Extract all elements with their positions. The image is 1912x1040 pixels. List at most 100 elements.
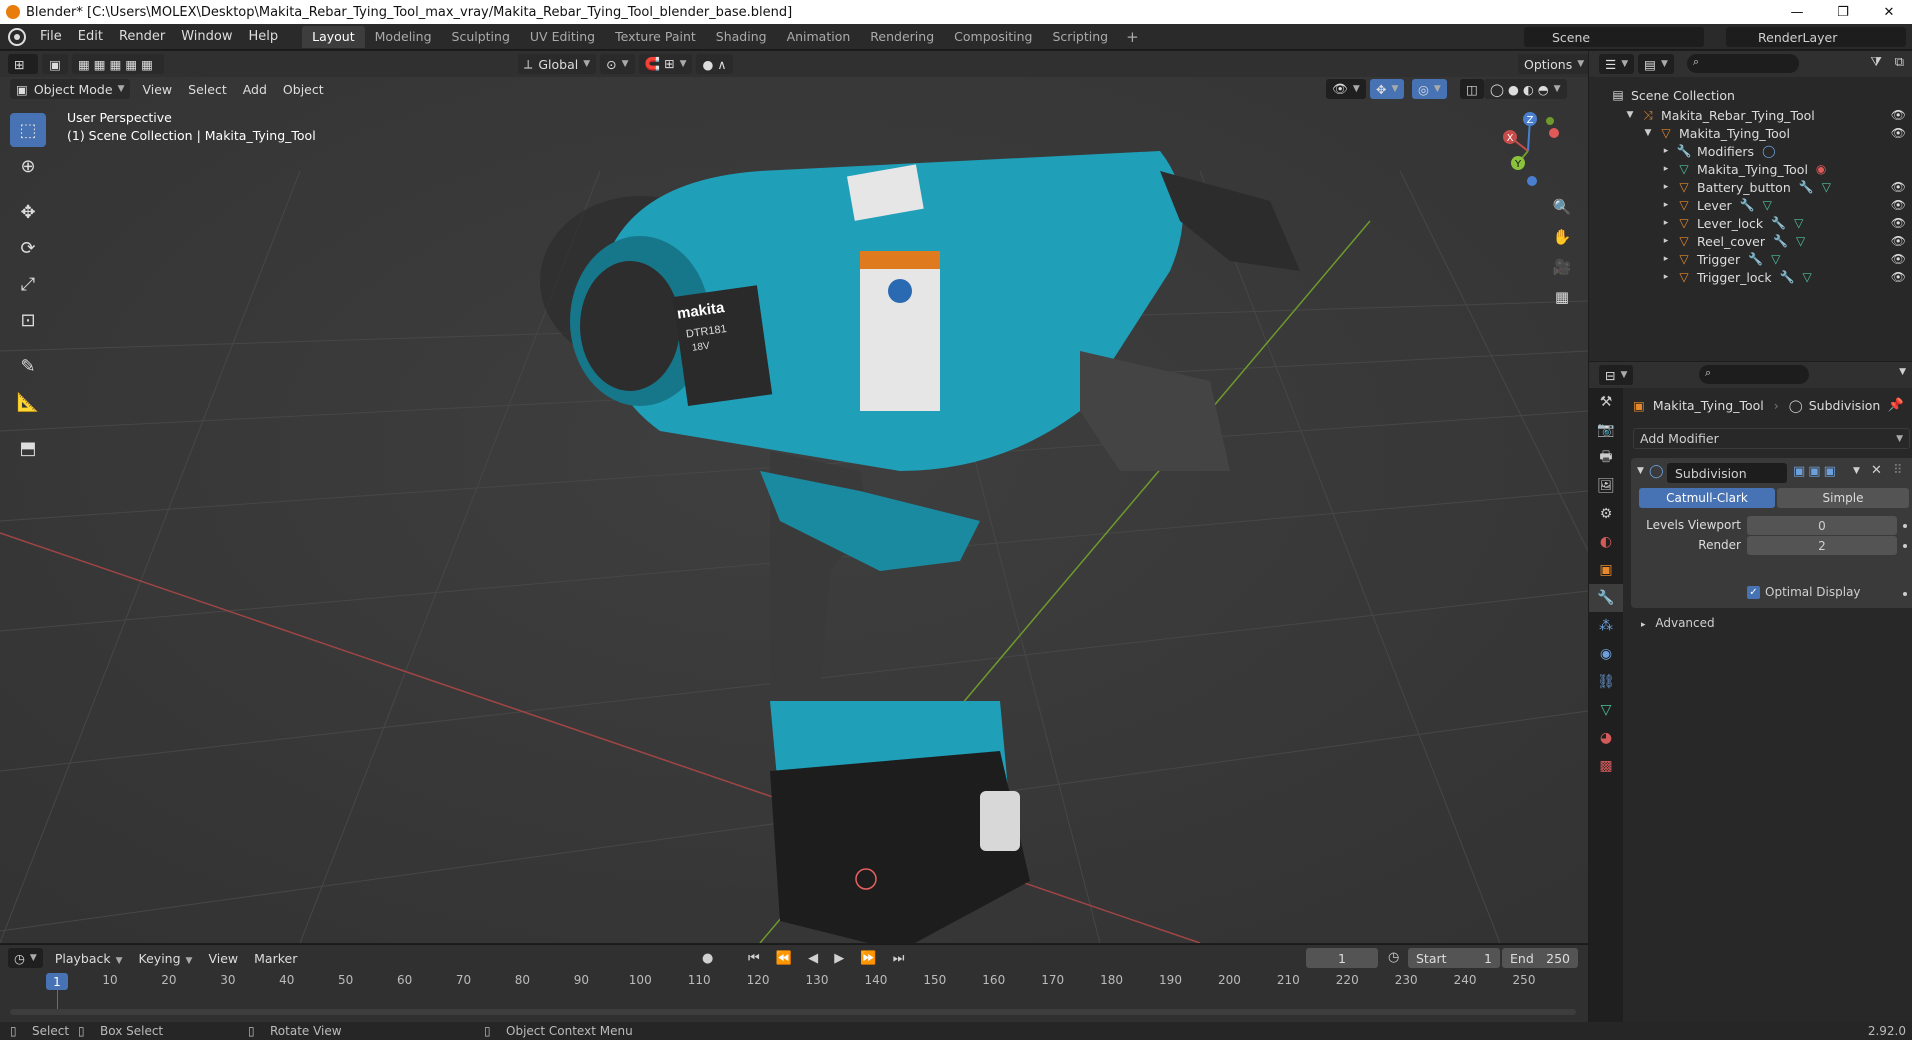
eye-icon[interactable]: 👁: [1891, 216, 1906, 230]
chevron-down-icon[interactable]: ▼: [1899, 367, 1906, 377]
clock-icon[interactable]: ◷: [1388, 950, 1399, 965]
timeline-scrollbar[interactable]: [10, 1009, 1576, 1015]
modifier-tab-icon[interactable]: 🔧: [1589, 584, 1623, 612]
outliner-item-modifiers[interactable]: ▸ 🔧 Modifiers ◯: [1589, 141, 1912, 161]
start-frame-field[interactable]: Start 1: [1408, 948, 1500, 968]
eye-icon[interactable]: 👁: [1891, 198, 1906, 212]
add-cube-tool-icon[interactable]: ⬒: [10, 431, 46, 465]
texture-tab-icon[interactable]: ▩: [1589, 752, 1623, 780]
constraints-tab-icon[interactable]: ⛓: [1589, 668, 1623, 696]
tab-layout[interactable]: Layout: [302, 25, 365, 48]
add-modifier-dropdown[interactable]: Add Modifier ▼: [1633, 428, 1910, 449]
tab-sculpting[interactable]: Sculpting: [442, 26, 520, 48]
catmull-clark-button[interactable]: Catmull-Clark: [1639, 488, 1775, 508]
modifier-name-field[interactable]: Subdivision: [1667, 463, 1787, 483]
tab-compositing[interactable]: Compositing: [944, 26, 1042, 48]
outliner-editor-type-icon[interactable]: ☰ ▼: [1599, 54, 1635, 74]
menu-edit[interactable]: Edit: [70, 24, 111, 50]
object-tab-icon[interactable]: ▣: [1589, 556, 1623, 584]
particles-tab-icon[interactable]: ⁂: [1589, 612, 1623, 640]
outliner-item-battery-button[interactable]: ▸ ▽ Battery_button 🔧 ▽ 👁: [1589, 177, 1912, 197]
levels-viewport-field[interactable]: 0: [1747, 516, 1897, 535]
new-collection-icon[interactable]: ⧉: [1895, 55, 1904, 70]
outliner-search-input[interactable]: ⌕: [1687, 54, 1799, 73]
outliner-item-trigger-lock[interactable]: ▸ ▽ Trigger_lock 🔧 ▽ 👁: [1589, 267, 1912, 287]
properties-search-input[interactable]: ⌕: [1699, 365, 1809, 384]
viewport-menu-object[interactable]: Object: [275, 82, 332, 97]
tab-rendering[interactable]: Rendering: [860, 26, 944, 48]
tab-texture-paint[interactable]: Texture Paint: [605, 26, 706, 48]
timeline-menu-marker[interactable]: Marker: [246, 951, 305, 966]
menu-help[interactable]: Help: [241, 24, 287, 50]
tab-modeling[interactable]: Modeling: [365, 26, 442, 48]
blender-logo-icon[interactable]: [8, 27, 26, 46]
display-mode-icon[interactable]: ▤ ▼: [1638, 54, 1674, 74]
close-button[interactable]: ✕: [1866, 0, 1912, 24]
outliner-item-rebar-tool[interactable]: ▼ ⤨ Makita_Rebar_Tying_Tool 👁: [1589, 105, 1912, 125]
advanced-subpanel[interactable]: ▸ Advanced: [1641, 616, 1715, 630]
viewport-menu-add[interactable]: Add: [235, 82, 275, 97]
tab-shading[interactable]: Shading: [706, 26, 777, 48]
pivot-point-icon[interactable]: ⊙ ▼: [600, 54, 635, 74]
visibility-icon[interactable]: 👁 ▼: [1326, 79, 1366, 99]
remove-modifier-icon[interactable]: ✕: [1871, 463, 1882, 478]
outliner-item-tying-tool-mesh[interactable]: ▸ ▽ Makita_Tying_Tool ◉: [1589, 159, 1912, 179]
timeline-menu-view[interactable]: View: [200, 951, 246, 966]
current-frame-field[interactable]: 1: [1306, 948, 1378, 968]
eye-icon[interactable]: 👁: [1891, 234, 1906, 248]
end-frame-field[interactable]: End 250: [1502, 948, 1578, 968]
shading-mode-buttons[interactable]: ◯ ● ◐ ◓ ▼: [1484, 79, 1567, 99]
collapse-icon[interactable]: ▼: [1637, 466, 1644, 476]
eye-icon[interactable]: 👁: [1891, 180, 1906, 194]
modifier-options-icon[interactable]: ▼: [1853, 466, 1860, 476]
tab-animation[interactable]: Animation: [777, 26, 861, 48]
keyframe-dot-icon[interactable]: [1903, 544, 1907, 548]
minimize-button[interactable]: —: [1774, 0, 1820, 24]
drag-handle-icon[interactable]: ⠿: [1893, 463, 1903, 478]
transform-orientation[interactable]: ⟂ Global ▼: [518, 54, 597, 74]
eye-icon[interactable]: 👁: [1891, 108, 1906, 122]
annotate-tool-icon[interactable]: ✎: [10, 349, 46, 383]
record-icon[interactable]: ●: [702, 951, 713, 966]
optimal-display-checkbox[interactable]: ✓: [1747, 586, 1760, 599]
move-tool-icon[interactable]: ✥: [10, 195, 46, 229]
perspective-grid-icon[interactable]: ▦: [1548, 283, 1576, 311]
zoom-icon[interactable]: 🔍: [1548, 193, 1576, 221]
scene-tab-icon[interactable]: ⚙: [1589, 500, 1623, 528]
outliner-item-reel-cover[interactable]: ▸ ▽ Reel_cover 🔧 ▽ 👁: [1589, 231, 1912, 251]
playback-controls[interactable]: ⏮ ⏪ ◀ ▶ ⏩ ⏭: [748, 951, 910, 966]
proportional-edit-icon[interactable]: ● ∧: [696, 54, 733, 74]
keyframe-dot-icon[interactable]: [1903, 592, 1907, 596]
tab-uv-editing[interactable]: UV Editing: [520, 26, 605, 48]
3d-viewport[interactable]: makita DTR181 18V ⊞ ▣ ▦ ▦ ▦ ▦ ▦ ⟂ Global…: [0, 51, 1588, 943]
eye-icon[interactable]: 👁: [1891, 126, 1906, 140]
physics-tab-icon[interactable]: ◉: [1589, 640, 1623, 668]
modifier-visibility-toggles[interactable]: ▣▣▣: [1793, 464, 1839, 479]
snap-icon[interactable]: 🧲 ⊞ ▼: [638, 54, 693, 74]
pan-hand-icon[interactable]: ✋: [1548, 223, 1576, 251]
filter-icon[interactable]: ⧩: [1870, 55, 1882, 70]
add-workspace-icon[interactable]: +: [1118, 28, 1147, 46]
outliner-item-tying-tool[interactable]: ▼ ▽ Makita_Tying_Tool 👁: [1589, 123, 1912, 143]
outliner-item-lever-lock[interactable]: ▸ ▽ Lever_lock 🔧 ▽ 👁: [1589, 213, 1912, 233]
menu-window[interactable]: Window: [173, 24, 240, 50]
timeline-editor-type-icon[interactable]: ◷ ▼: [8, 948, 43, 968]
select-box-tool-icon[interactable]: ⬚: [10, 113, 46, 147]
outliner-item-trigger[interactable]: ▸ ▽ Trigger 🔧 ▽ 👁: [1589, 249, 1912, 269]
timeline-ruler[interactable]: 10 20 30 40 50 60 70 80 90 100 110 120 130 140 150 160 1…: [0, 973, 1588, 991]
render-tab-icon[interactable]: 📷: [1589, 416, 1623, 444]
tab-scripting[interactable]: Scripting: [1043, 26, 1119, 48]
tool-tab-icon[interactable]: ⚒: [1589, 388, 1623, 416]
simple-button[interactable]: Simple: [1777, 488, 1909, 508]
overlay-toggle-icon[interactable]: ◎ ▼: [1412, 79, 1447, 99]
measure-tool-icon[interactable]: 📐: [10, 385, 46, 419]
rotate-tool-icon[interactable]: ⟳: [10, 231, 46, 265]
scale-tool-icon[interactable]: ⤢: [10, 267, 46, 301]
menu-render[interactable]: Render: [111, 24, 173, 50]
eye-icon[interactable]: 👁: [1891, 252, 1906, 266]
outliner-item-lever[interactable]: ▸ ▽ Lever 🔧 ▽ 👁: [1589, 195, 1912, 215]
timeline-menu-playback[interactable]: Playback ▼: [47, 951, 131, 966]
menu-file[interactable]: File: [32, 24, 70, 50]
playhead-frame-badge[interactable]: 1: [46, 973, 68, 990]
mesh-data-tab-icon[interactable]: ▽: [1589, 696, 1623, 724]
